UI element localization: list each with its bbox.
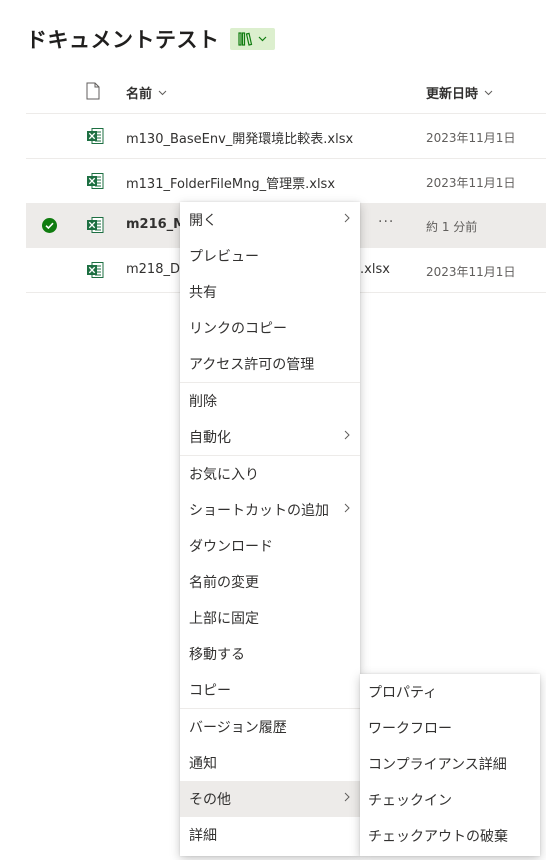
- file-name[interactable]: m216_M: [126, 217, 186, 232]
- menu-item-add-shortcut[interactable]: ショートカットの追加: [180, 492, 360, 528]
- modified-date: 約 1 分前: [426, 220, 478, 234]
- excel-file-icon: [87, 173, 104, 189]
- column-header-modified[interactable]: 更新日時: [426, 83, 493, 102]
- modified-date: 2023年11月1日: [426, 176, 516, 190]
- menu-item-label: チェックアウトの破棄: [368, 829, 508, 845]
- submenu-item-check-in[interactable]: チェックイン: [360, 782, 540, 818]
- menu-item-open[interactable]: 開く: [180, 202, 360, 238]
- excel-file-icon: [87, 128, 104, 144]
- more-submenu: プロパティ ワークフロー コンプライアンス詳細 チェックイン チェックアウトの破…: [360, 674, 540, 856]
- table-row[interactable]: m130_BaseEnv_開発環境比較表.xlsx 2023年11月1日: [26, 114, 546, 159]
- context-menu: 開く プレビュー 共有 リンクのコピー アクセス許可の管理 削除 自動化 お気に…: [180, 202, 360, 856]
- chevron-right-icon: [344, 792, 350, 802]
- menu-item-delete[interactable]: 削除: [180, 383, 360, 419]
- title-row: ドキュメントテスト: [26, 24, 275, 54]
- menu-item-label: バージョン履歴: [189, 720, 287, 736]
- column-header-name-label: 名前: [126, 87, 153, 102]
- chevron-right-icon: [344, 213, 350, 223]
- menu-item-label: 共有: [189, 285, 217, 301]
- selected-check-icon[interactable]: [42, 218, 57, 233]
- file-name-extension[interactable]: .xlsx: [360, 262, 390, 277]
- menu-item-more[interactable]: その他: [180, 781, 360, 817]
- page-title: ドキュメントテスト: [26, 28, 220, 52]
- menu-item-label: リンクのコピー: [189, 321, 287, 337]
- menu-item-automate[interactable]: 自動化: [180, 419, 360, 455]
- file-type-icon[interactable]: [86, 82, 100, 100]
- menu-item-manage-access[interactable]: アクセス許可の管理: [180, 346, 360, 382]
- menu-item-label: 通知: [189, 756, 217, 772]
- menu-item-label: 自動化: [189, 430, 231, 446]
- submenu-item-workflow[interactable]: ワークフロー: [360, 710, 540, 746]
- menu-item-label: プロパティ: [368, 685, 438, 701]
- menu-item-pin-to-top[interactable]: 上部に固定: [180, 600, 360, 636]
- menu-item-label: プレビュー: [189, 249, 259, 265]
- submenu-item-properties[interactable]: プロパティ: [360, 674, 540, 710]
- chevron-down-icon: [258, 36, 266, 42]
- menu-item-label: お気に入り: [189, 467, 259, 483]
- file-name[interactable]: m218_Dy: [126, 262, 188, 277]
- menu-item-copy-link[interactable]: リンクのコピー: [180, 310, 360, 346]
- menu-item-download[interactable]: ダウンロード: [180, 528, 360, 564]
- menu-item-move[interactable]: 移動する: [180, 636, 360, 672]
- menu-item-label: アクセス許可の管理: [189, 357, 315, 373]
- column-header-modified-label: 更新日時: [426, 87, 479, 102]
- library-view-icon: [237, 32, 252, 46]
- file-name[interactable]: m131_FolderFileMng_管理票.xlsx: [126, 173, 335, 192]
- menu-item-label: チェックイン: [368, 793, 452, 809]
- modified-date: 2023年11月1日: [426, 265, 516, 279]
- menu-item-label: その他: [189, 792, 231, 808]
- excel-file-icon: [87, 262, 104, 278]
- menu-item-label: 名前の変更: [189, 575, 259, 591]
- menu-item-version-history[interactable]: バージョン履歴: [180, 709, 360, 745]
- menu-item-label: ショートカットの追加: [189, 503, 329, 519]
- menu-item-label: ワークフロー: [368, 721, 452, 737]
- submenu-item-compliance-details[interactable]: コンプライアンス詳細: [360, 746, 540, 782]
- menu-item-preview[interactable]: プレビュー: [180, 238, 360, 274]
- menu-item-label: コピー: [189, 683, 231, 699]
- chevron-down-icon: [484, 90, 493, 95]
- menu-item-alert[interactable]: 通知: [180, 745, 360, 781]
- menu-item-label: コンプライアンス詳細: [368, 757, 507, 773]
- list-header: 名前 更新日時: [26, 70, 546, 114]
- menu-item-label: 詳細: [189, 828, 217, 844]
- file-name[interactable]: m130_BaseEnv_開発環境比較表.xlsx: [126, 128, 353, 147]
- menu-item-label: 削除: [189, 394, 217, 410]
- menu-item-details[interactable]: 詳細: [180, 817, 360, 853]
- chevron-right-icon: [344, 430, 350, 440]
- chevron-down-icon: [158, 90, 167, 95]
- menu-item-copy[interactable]: コピー: [180, 672, 360, 708]
- table-row[interactable]: m131_FolderFileMng_管理票.xlsx 2023年11月1日: [26, 159, 546, 204]
- menu-item-label: 開く: [189, 213, 217, 229]
- submenu-item-discard-checkout[interactable]: チェックアウトの破棄: [360, 818, 540, 854]
- more-actions-button[interactable]: ···: [378, 214, 394, 230]
- menu-item-favorite[interactable]: お気に入り: [180, 456, 360, 492]
- view-switcher-button[interactable]: [229, 28, 275, 50]
- excel-file-icon: [87, 217, 104, 233]
- menu-item-label: ダウンロード: [189, 539, 273, 555]
- modified-date: 2023年11月1日: [426, 131, 516, 145]
- menu-item-label: 移動する: [189, 647, 245, 663]
- menu-item-rename[interactable]: 名前の変更: [180, 564, 360, 600]
- chevron-right-icon: [344, 503, 350, 513]
- menu-item-label: 上部に固定: [189, 611, 259, 627]
- column-header-name[interactable]: 名前: [126, 83, 167, 102]
- menu-item-share[interactable]: 共有: [180, 274, 360, 310]
